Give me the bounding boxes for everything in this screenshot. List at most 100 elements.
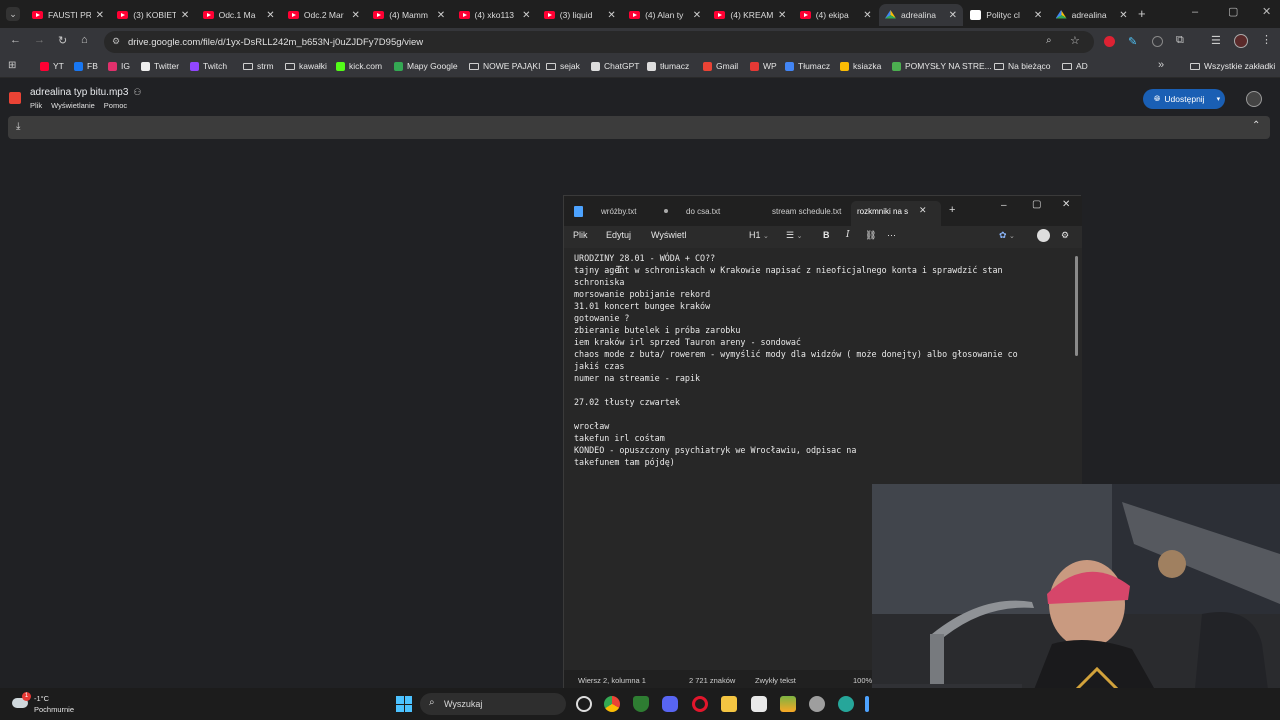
bookmark-item[interactable]: NOWE PAJĄKI bbox=[469, 61, 540, 71]
file-explorer-icon[interactable] bbox=[721, 696, 737, 712]
browser-tab[interactable]: (4) ekipa ✕ bbox=[794, 4, 878, 26]
tab-close-icon[interactable]: ✕ bbox=[1119, 10, 1127, 21]
tab-close-icon[interactable]: ✕ bbox=[778, 10, 786, 21]
notepad-tab-rozkmniki[interactable]: rozkmniki na s bbox=[857, 207, 908, 216]
tab-search-button[interactable]: ⌄ bbox=[6, 7, 20, 21]
account-avatar[interactable] bbox=[1246, 91, 1262, 107]
sidebar-icon[interactable]: ☰ bbox=[1211, 34, 1221, 47]
weather-widget[interactable]: 1 -1°C Pochmurnie bbox=[12, 692, 102, 716]
notepad-tab-close-icon[interactable]: ✕ bbox=[919, 205, 927, 216]
browser-tab[interactable]: FAUSTI PR ✕ bbox=[26, 4, 110, 26]
app-stack-icon[interactable] bbox=[780, 696, 796, 712]
record-extension-icon[interactable] bbox=[1104, 36, 1115, 47]
bookmark-item[interactable]: sejak bbox=[546, 61, 580, 71]
notepad-close-button[interactable]: ✕ bbox=[1062, 199, 1070, 210]
all-bookmarks-folder[interactable]: Wszystkie zakładki bbox=[1190, 61, 1275, 71]
taskbar-search[interactable]: ⌕ Wyszukaj bbox=[420, 693, 566, 715]
tab-close-icon[interactable]: ✕ bbox=[693, 10, 701, 21]
tab-close-icon[interactable]: ✕ bbox=[1034, 10, 1042, 21]
window-minimize-button[interactable]: – bbox=[1192, 6, 1198, 18]
extensions-puzzle-icon[interactable]: ⧉ bbox=[1176, 34, 1184, 47]
profile-avatar[interactable] bbox=[1234, 34, 1248, 48]
notepad-tab-do-csa[interactable]: do csa.txt bbox=[686, 207, 720, 216]
browser-tab[interactable]: (3) KOBIET ✕ bbox=[111, 4, 195, 26]
apps-grid-icon[interactable]: ⊞ bbox=[8, 60, 16, 71]
bookmark-item[interactable]: AD bbox=[1062, 61, 1088, 71]
bookmark-item[interactable]: kick.com bbox=[336, 61, 382, 71]
notepad-text-content[interactable]: URODZINY 28.01 - WÓDA + CO?? tajny agent … bbox=[574, 252, 1054, 468]
browser-tab[interactable]: (3) liquid ✕ bbox=[538, 4, 622, 26]
notepad-maximize-button[interactable]: ▢ bbox=[1032, 199, 1041, 210]
opera-icon[interactable] bbox=[692, 696, 708, 712]
edge-icon[interactable] bbox=[838, 696, 854, 712]
bookmark-item[interactable]: YT bbox=[40, 61, 64, 71]
home-icon[interactable]: ⌂ bbox=[81, 34, 88, 46]
bookmark-item[interactable]: Tłumacz bbox=[785, 61, 830, 71]
notepad-tab-wrozby[interactable]: wróżby.txt bbox=[601, 207, 636, 216]
tab-close-icon[interactable]: ✕ bbox=[949, 10, 957, 21]
browser-tab[interactable]: Odc.1 Ma ✕ bbox=[197, 4, 281, 26]
menu-view[interactable]: Wyświetl bbox=[651, 230, 686, 240]
browser-tab[interactable]: adrealina ✕ bbox=[879, 4, 963, 26]
bookmarks-more-button[interactable]: » bbox=[1158, 59, 1164, 71]
address-bar[interactable]: ⚙ drive.google.com/file/d/1yx-DsRLL242m_… bbox=[104, 31, 1094, 53]
extension-icon-1[interactable]: ✎ bbox=[1128, 35, 1137, 48]
tab-close-icon[interactable]: ✕ bbox=[437, 10, 445, 21]
tab-close-icon[interactable]: ✕ bbox=[607, 10, 615, 21]
brave-shield-icon[interactable] bbox=[633, 696, 649, 712]
taskview-icon[interactable] bbox=[576, 696, 592, 712]
settings-gear-icon[interactable]: ⚙ bbox=[1061, 230, 1069, 241]
collapse-chevron-icon[interactable]: ⌃ bbox=[1252, 120, 1260, 131]
italic-icon[interactable]: I bbox=[846, 230, 850, 240]
tab-close-icon[interactable]: ✕ bbox=[181, 10, 189, 21]
bookmark-item[interactable]: Gmail bbox=[703, 61, 738, 71]
window-restore-button[interactable]: ▢ bbox=[1228, 5, 1238, 18]
bookmark-item[interactable]: Twitch bbox=[190, 61, 227, 71]
drive-menu-item[interactable]: Pomoc bbox=[104, 101, 127, 110]
link-icon[interactable]: ⛓ bbox=[865, 230, 876, 241]
bookmark-item[interactable]: strm bbox=[243, 61, 274, 71]
back-icon[interactable]: ← bbox=[10, 34, 21, 46]
share-dropdown-icon[interactable]: ▾ bbox=[1217, 95, 1221, 103]
bookmark-item[interactable]: ksiazka bbox=[840, 61, 881, 71]
tab-close-icon[interactable]: ✕ bbox=[522, 10, 530, 21]
browser-tab[interactable]: Polityc cl ✕ bbox=[964, 4, 1048, 26]
bold-icon[interactable]: B bbox=[823, 230, 830, 240]
notepad-taskbar-icon[interactable] bbox=[865, 696, 869, 712]
notepad-new-tab-icon[interactable]: + bbox=[949, 204, 955, 216]
more-options-icon[interactable]: ⋯ bbox=[887, 230, 896, 241]
download-icon[interactable]: ⤓ bbox=[16, 121, 20, 132]
bookmark-item[interactable]: Na bieżąco bbox=[994, 61, 1051, 71]
bookmark-item[interactable]: Twitter bbox=[141, 61, 179, 71]
list-format-icon[interactable]: ☰ ⌄ bbox=[786, 230, 802, 241]
notepad-minimize-button[interactable]: – bbox=[1001, 200, 1007, 211]
browser-tab[interactable]: Odc.2 Mar ✕ bbox=[282, 4, 366, 26]
forward-icon[interactable]: → bbox=[34, 34, 45, 46]
window-close-button[interactable]: ✕ bbox=[1262, 5, 1271, 18]
reload-icon[interactable]: ↻ bbox=[58, 34, 67, 47]
bookmark-item[interactable]: ChatGPT bbox=[591, 61, 639, 71]
bookmark-star-icon[interactable]: ☆ bbox=[1070, 34, 1080, 47]
notepad-scrollbar[interactable] bbox=[1075, 256, 1078, 356]
account-icon[interactable] bbox=[1037, 229, 1050, 242]
browser-tab[interactable]: (4) xko113 ✕ bbox=[453, 4, 537, 26]
browser-menu-icon[interactable]: ⋮ bbox=[1261, 33, 1272, 46]
bookmark-item[interactable]: POMYSŁY NA STRE... bbox=[892, 61, 992, 71]
discord-icon[interactable] bbox=[662, 696, 678, 712]
copilot-icon[interactable]: ✿ ⌄ bbox=[999, 230, 1015, 241]
share-button[interactable]: 🌐︎ Udostępnij ▾ bbox=[1143, 89, 1225, 109]
drive-menu-item[interactable]: Wyświetlanie bbox=[51, 101, 95, 110]
extension-icon-2[interactable] bbox=[1152, 36, 1163, 47]
bookmark-item[interactable]: IG bbox=[108, 61, 130, 71]
bookmark-item[interactable]: Mapy Google bbox=[394, 61, 458, 71]
menu-file[interactable]: Plik bbox=[573, 230, 588, 240]
tab-close-icon[interactable]: ✕ bbox=[96, 10, 104, 21]
site-info-icon[interactable]: ⚙ bbox=[112, 36, 120, 47]
bookmark-item[interactable]: kawałki bbox=[285, 61, 327, 71]
browser-tab[interactable]: adrealina ✕ bbox=[1050, 4, 1134, 26]
browser-tab[interactable]: (4) KREAM ✕ bbox=[708, 4, 792, 26]
heading-dropdown[interactable]: H1 ⌄ bbox=[749, 230, 769, 240]
new-tab-button[interactable]: + bbox=[1138, 6, 1146, 21]
bookmark-item[interactable]: tłumacz bbox=[647, 61, 689, 71]
settings-app-icon[interactable] bbox=[809, 696, 825, 712]
